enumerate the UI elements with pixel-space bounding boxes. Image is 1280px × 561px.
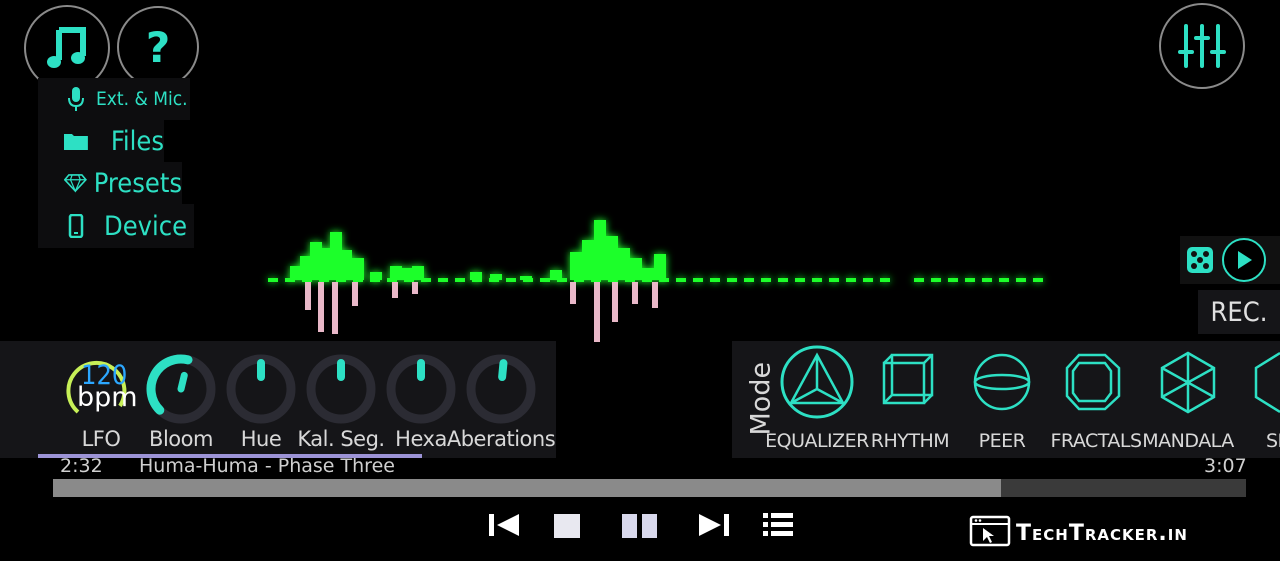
mode-label-peer[interactable]: PEER: [979, 430, 1026, 452]
hexagonal-prism-icon[interactable]: [1065, 353, 1121, 411]
knob-label-hexa: Hexa: [395, 427, 447, 451]
sliders-icon: [1178, 24, 1226, 68]
music-note-icon: [47, 27, 86, 68]
seek-bar[interactable]: [53, 479, 1246, 497]
triangle-pyramid-icon[interactable]: [780, 345, 854, 419]
play-icon: [1238, 251, 1252, 269]
next-track-button[interactable]: [698, 513, 730, 537]
track-title: Huma-Huma - Phase Three: [139, 455, 395, 477]
elapsed-time: 2:32: [60, 455, 103, 477]
knob-label-lfo: LFO: [81, 427, 121, 451]
menu-item-files[interactable]: Files: [38, 120, 164, 162]
question-mark-icon: ?: [145, 22, 171, 72]
kal-seg-knob[interactable]: [303, 351, 379, 427]
menu-item-ext-mic[interactable]: Ext. & Mic.: [38, 78, 190, 120]
dice-icon[interactable]: [1186, 246, 1214, 274]
knob-label-hue: Hue: [240, 427, 282, 451]
menu-item-label: Files: [110, 125, 164, 157]
menu-item-presets[interactable]: Presets: [38, 162, 182, 204]
mode-label-fractals[interactable]: FRACTALS: [1050, 430, 1142, 452]
knob-label-aberations: Aberations: [446, 427, 556, 451]
mode-label-mandala[interactable]: MANDALA: [1142, 430, 1234, 452]
mode-label-sha[interactable]: SHA: [1266, 430, 1280, 452]
aberations-knob[interactable]: [463, 351, 539, 427]
hexagon-wireframe-icon[interactable]: [1160, 351, 1216, 414]
seek-bar-fill: [53, 479, 1002, 497]
play-button[interactable]: [1222, 238, 1266, 282]
hue-knob[interactable]: [223, 351, 299, 427]
knob-label-kal-seg: Kal. Seg.: [297, 427, 385, 451]
menu-item-label: Ext. & Mic.: [96, 88, 188, 110]
menu-item-label: Presets: [93, 167, 182, 199]
rec-label: REC.: [1210, 296, 1268, 328]
watermark-text: TechTracker.in: [1016, 521, 1188, 546]
pause-button[interactable]: [622, 514, 658, 538]
lfo-bpm-unit: bpm: [77, 382, 138, 413]
duration-time: 3:07: [1204, 455, 1247, 477]
previous-track-button[interactable]: [488, 513, 520, 537]
help-button[interactable]: ?: [117, 6, 199, 88]
waveform-visualizer: [268, 220, 1043, 342]
knob-label-bloom: Bloom: [149, 427, 213, 451]
shape-icon[interactable]: [1254, 351, 1280, 414]
hexa-knob[interactable]: [383, 351, 459, 427]
playlist-button[interactable]: [763, 513, 793, 537]
bloom-knob[interactable]: [143, 351, 219, 427]
browser-cursor-icon: [969, 515, 1011, 547]
equalizer-settings-button[interactable]: [1159, 3, 1245, 89]
rec-button[interactable]: REC.: [1198, 290, 1280, 334]
microphone-icon: [68, 87, 84, 111]
diamond-icon: [64, 174, 87, 193]
mode-label-equalizer[interactable]: EQUALIZER: [765, 430, 869, 452]
sphere-icon[interactable]: [973, 353, 1031, 411]
mode-icons: [780, 345, 1280, 419]
stop-button[interactable]: [554, 514, 580, 538]
cube-icon[interactable]: [882, 353, 934, 405]
mode-label-rhythm[interactable]: RHYTHM: [871, 430, 950, 452]
folder-icon: [63, 134, 88, 150]
